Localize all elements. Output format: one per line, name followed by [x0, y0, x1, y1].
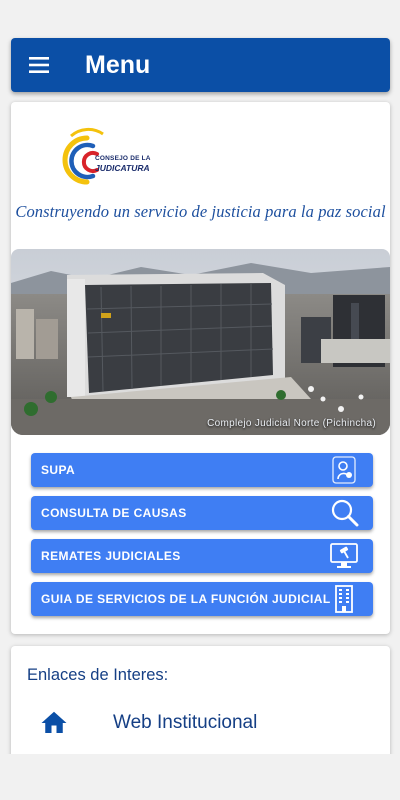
web-institucional-link[interactable]: Web Institucional	[11, 700, 390, 746]
web-institucional-label: Web Institucional	[113, 712, 258, 733]
remates-judiciales-button[interactable]: REMATES JUDICIALES	[31, 539, 373, 573]
main-card: CONSEJO DE LA JUDICATURA Construyendo un…	[11, 102, 390, 634]
home-icon	[39, 708, 69, 738]
building-photo: Complejo Judicial Norte (Pichincha)	[11, 249, 390, 435]
supa-button[interactable]: SUPA	[31, 453, 373, 487]
bottom-area	[0, 754, 400, 800]
monitor-gavel-icon	[329, 541, 359, 571]
app-bar: Menu	[11, 38, 390, 92]
building-icon	[329, 584, 359, 614]
supa-button-label: SUPA	[41, 463, 76, 477]
logo-text: CONSEJO DE LA JUDICATURA	[95, 155, 151, 173]
links-card: Enlaces de Interes: Web Institucional	[11, 646, 390, 766]
magnifier-icon	[329, 498, 359, 528]
guia-servicios-button[interactable]: GUIA DE SERVICIOS DE LA FUNCIÓN JUDICIAL	[31, 582, 373, 616]
consulta-causas-label: CONSULTA DE CAUSAS	[41, 506, 187, 520]
guia-servicios-label: GUIA DE SERVICIOS DE LA FUNCIÓN JUDICIAL	[41, 592, 331, 606]
consulta-causas-button[interactable]: CONSULTA DE CAUSAS	[31, 496, 373, 530]
judicatura-logo: CONSEJO DE LA JUDICATURA	[51, 124, 171, 194]
page-title: Menu	[85, 50, 151, 79]
links-title: Enlaces de Interes:	[27, 666, 169, 684]
remates-judiciales-label: REMATES JUDICIALES	[41, 549, 181, 563]
supa-icon	[329, 455, 359, 485]
slogan: Construyendo un servicio de justicia par…	[15, 202, 386, 221]
hamburger-menu-icon[interactable]	[13, 38, 65, 92]
photo-caption: Complejo Judicial Norte (Pichincha)	[207, 418, 376, 429]
